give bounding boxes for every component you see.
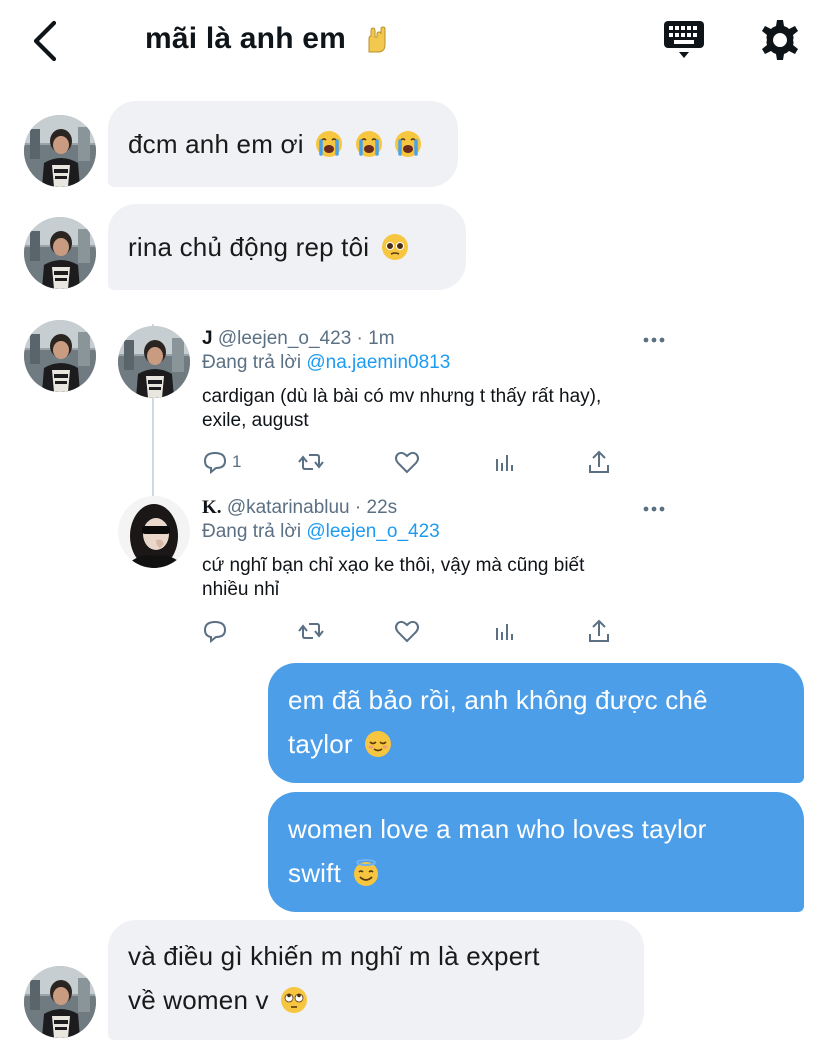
sender-avatar[interactable] <box>24 966 96 1038</box>
message-text-line: taylor <box>288 722 784 766</box>
pleading-face-emoji <box>381 233 409 261</box>
sender-avatar[interactable] <box>24 320 96 392</box>
tweet-text-line: cardigan (dù là bài có mv nhưng t thấy r… <box>202 386 602 407</box>
tweet-author-avatar[interactable] <box>118 326 190 398</box>
message-bubble-outgoing[interactable]: women love a man who loves taylor swift <box>268 792 804 912</box>
retweet-icon[interactable] <box>296 616 326 646</box>
message-text-line: women love a man who loves taylor <box>288 814 707 844</box>
tweet-author-avatar[interactable] <box>118 496 190 568</box>
share-icon[interactable] <box>584 447 614 477</box>
keyboard-button[interactable] <box>662 18 706 62</box>
keyboard-icon <box>664 21 704 58</box>
loudly-crying-face-emoji <box>394 130 422 158</box>
message-text-line: về women v <box>128 978 624 1022</box>
message-text-fragment: taylor <box>288 729 353 759</box>
tweet-actions <box>200 616 620 646</box>
tweet-text: cứ nghĩ bạn chỉ xạo ke thôi, vậy mà cũng… <box>202 554 672 602</box>
tweet-timestamp: · 22s <box>354 497 398 518</box>
message-bubble-incoming[interactable]: rina chủ động rep tôi <box>108 204 466 290</box>
share-icon[interactable] <box>584 616 614 646</box>
tweet-reply-context: Đang trả lời @leejen_o_423 <box>202 521 440 543</box>
message-text-fragment: về women v <box>128 985 269 1015</box>
tweet-actions: 1 <box>200 447 620 477</box>
sender-avatar[interactable] <box>24 115 96 187</box>
more-options-icon[interactable] <box>642 336 666 344</box>
loudly-crying-face-emoji <box>355 130 383 158</box>
reply-prefix: Đang trả lời <box>202 352 302 373</box>
message-text-fragment: swift <box>288 858 341 888</box>
tweet-text-line: exile, august <box>202 410 309 431</box>
message-text: đcm anh em ơi <box>128 129 304 159</box>
tweet-author-handle[interactable]: @leejen_o_423 <box>218 328 351 349</box>
gear-icon <box>762 20 798 60</box>
tweet-author-name[interactable]: K. <box>202 497 222 518</box>
message-text-line: em đã bảo rồi, anh không được chê <box>288 685 708 715</box>
tweet-text-line: nhiều nhỉ <box>202 579 280 600</box>
reply-mention-link[interactable]: @na.jaemin0813 <box>306 352 450 373</box>
tweet-timestamp: · 1m <box>356 328 395 349</box>
retweet-icon[interactable] <box>296 447 326 477</box>
tweet-author-name[interactable]: J <box>202 328 213 349</box>
loudly-crying-face-emoji <box>315 130 343 158</box>
chevron-left-icon <box>33 20 57 62</box>
tweet-reply-context: Đang trả lời @na.jaemin0813 <box>202 352 450 374</box>
reply-icon[interactable] <box>200 447 230 477</box>
message-text-line: và điều gì khiến m nghĩ m là expert <box>128 941 540 971</box>
face-with-rolling-eyes-emoji <box>280 986 308 1014</box>
back-button[interactable] <box>28 20 62 62</box>
tweet-author-handle[interactable]: @katarinabluu <box>227 497 350 518</box>
reply-icon[interactable] <box>200 616 230 646</box>
tweet-header: K. @katarinabluu · 22s <box>202 497 397 519</box>
tweet-header: J @leejen_o_423 · 1m <box>202 328 395 350</box>
reply-count: 1 <box>232 452 242 471</box>
heart-icon[interactable] <box>392 616 422 646</box>
sign-of-the-horns-emoji <box>361 25 389 53</box>
chat-header: mãi là anh em <box>0 0 828 84</box>
tweet-text: cardigan (dù là bài có mv nhưng t thấy r… <box>202 385 672 433</box>
chat-title-text: mãi là anh em <box>145 22 347 55</box>
sender-avatar[interactable] <box>24 217 96 289</box>
analytics-icon[interactable] <box>490 447 520 477</box>
reply-mention-link[interactable]: @leejen_o_423 <box>306 521 439 542</box>
smiling-face-with-halo-emoji <box>352 859 380 887</box>
reply-prefix: Đang trả lời <box>202 521 302 542</box>
more-options-icon[interactable] <box>642 505 666 513</box>
message-bubble-incoming[interactable]: và điều gì khiến m nghĩ m là expert về w… <box>108 920 644 1040</box>
message-text: rina chủ động rep tôi <box>128 232 370 262</box>
heart-icon[interactable] <box>392 447 422 477</box>
analytics-icon[interactable] <box>490 616 520 646</box>
message-bubble-outgoing[interactable]: em đã bảo rồi, anh không được chê taylor <box>268 663 804 783</box>
message-bubble-incoming[interactable]: đcm anh em ơi <box>108 101 458 187</box>
relieved-face-emoji <box>364 730 392 758</box>
chat-title: mãi là anh em <box>145 22 389 56</box>
message-text-line: swift <box>288 851 784 895</box>
tweet-text-line: cứ nghĩ bạn chỉ xạo ke thôi, vậy mà cũng… <box>202 555 585 576</box>
settings-button[interactable] <box>758 18 802 62</box>
